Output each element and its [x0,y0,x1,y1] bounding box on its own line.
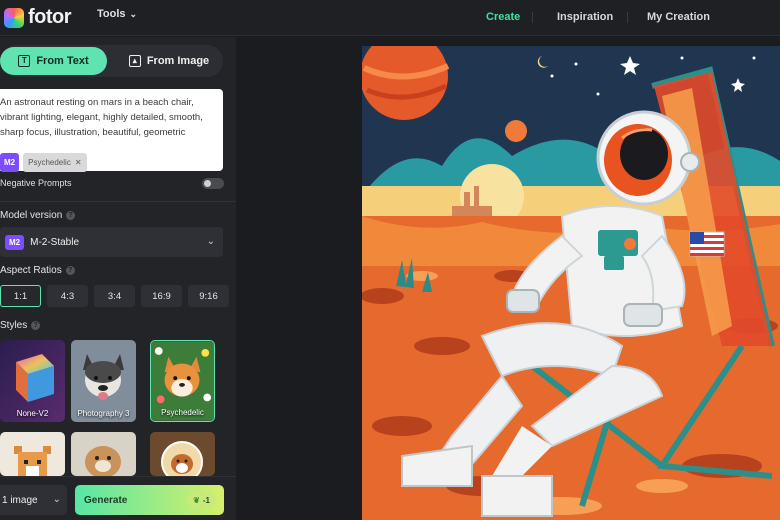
top-bar: fotor Tools ⌄ Create Inspiration My Crea… [0,0,780,36]
style-tag-label: Psychedelic [28,158,71,167]
logo-text: fotor [28,6,72,28]
generated-image[interactable] [362,46,780,520]
ratio-1-1[interactable]: 1:1 [0,285,41,307]
cartoon-dog-thumbnail [150,432,215,476]
model-tag: M2 [0,153,20,172]
tab-from-text[interactable]: T From Text [0,47,107,75]
ratio-4-3[interactable]: 4:3 [47,285,88,307]
tab-from-image-label: From Image [146,55,210,67]
help-icon[interactable]: ? [66,211,76,220]
credit-cost: -1 [202,495,210,505]
close-icon[interactable]: ✕ [75,155,82,170]
nav-inspiration[interactable]: Inspiration [557,6,613,28]
styles-heading: Styles ? [0,320,41,331]
chevron-down-icon: ⌄ [206,236,215,247]
style-card-label: Psychedelic [161,408,204,417]
style-card-label: None-V2 [16,409,49,418]
negative-prompts-label: Negative Prompts [0,178,72,188]
pixel-dog-thumbnail [0,432,65,476]
fotor-logo-icon [4,7,24,28]
nav-divider [627,12,628,23]
aspect-ratios-label: Aspect Ratios [0,265,62,276]
prompt-textarea[interactable]: An astronaut resting on mars in a beach … [0,89,223,172]
help-icon[interactable]: ? [65,266,75,275]
style-card-label: Photography 3 [77,409,130,418]
divider [0,201,236,202]
mode-switch: T From Text ▴ From Image [0,45,223,77]
help-icon[interactable]: ? [31,321,41,330]
aspect-ratio-options: 1:1 4:3 3:4 16:9 9:16 [0,285,229,307]
style-card-none-v2[interactable]: None-V2 [0,340,65,422]
generate-label: Generate [84,494,128,506]
ratio-3-4[interactable]: 3:4 [94,285,135,307]
negative-prompts-toggle[interactable] [202,178,224,189]
tools-menu[interactable]: Tools ⌄ [97,8,137,20]
model-name: M-2-Stable [30,236,80,248]
style-card-puppy[interactable] [71,432,136,476]
text-icon: T [18,55,31,67]
leaf-icon: ❦ [193,495,200,505]
tab-from-image[interactable]: ▴ From Image [117,47,221,75]
nav-create[interactable]: Create [486,6,520,28]
style-card-pixel-dog[interactable] [0,432,65,476]
nav-my-creation[interactable]: My Creation [647,6,710,28]
fotor-logo[interactable]: fotor [4,6,72,29]
left-panel: T From Text ▴ From Image An astronaut re… [0,37,236,520]
model-version-heading: Model version ? [0,210,76,221]
ratio-16-9[interactable]: 16:9 [141,285,182,307]
ratio-9-16[interactable]: 9:16 [188,285,229,307]
style-card-cartoon-dog[interactable] [150,432,215,476]
style-tag[interactable]: Psychedelic ✕ [23,153,87,172]
credit-badge: ❦ -1 [187,492,216,508]
style-card-psychedelic[interactable]: Psychedelic [150,340,215,422]
model-badge: M2 [5,234,25,250]
tools-label: Tools [97,8,126,20]
image-icon: ▴ [128,55,141,67]
astronaut-on-mars-artwork [362,46,780,520]
tab-from-text-label: From Text [36,55,89,67]
bottom-action-bar: 1 image ⌄ Generate ❦ -1 [0,476,236,520]
puppy-thumbnail [71,432,136,476]
model-select[interactable]: M2 M-2-Stable ⌄ [0,227,223,257]
model-version-label: Model version [0,210,63,221]
prompt-text: An astronaut resting on mars in a beach … [0,97,203,138]
styles-label: Styles [0,320,28,331]
prompt-tags: M2 Psychedelic ✕ [0,153,87,172]
image-quantity-value: 1 image [2,494,38,506]
generate-button[interactable]: Generate ❦ -1 [75,485,224,515]
chevron-down-icon: ⌄ [129,8,138,19]
chevron-down-icon: ⌄ [52,494,61,505]
aspect-ratios-heading: Aspect Ratios ? [0,265,75,276]
style-card-photography-3[interactable]: Photography 3 [71,340,136,422]
nav-divider [532,12,533,23]
image-quantity-select[interactable]: 1 image ⌄ [0,485,67,515]
